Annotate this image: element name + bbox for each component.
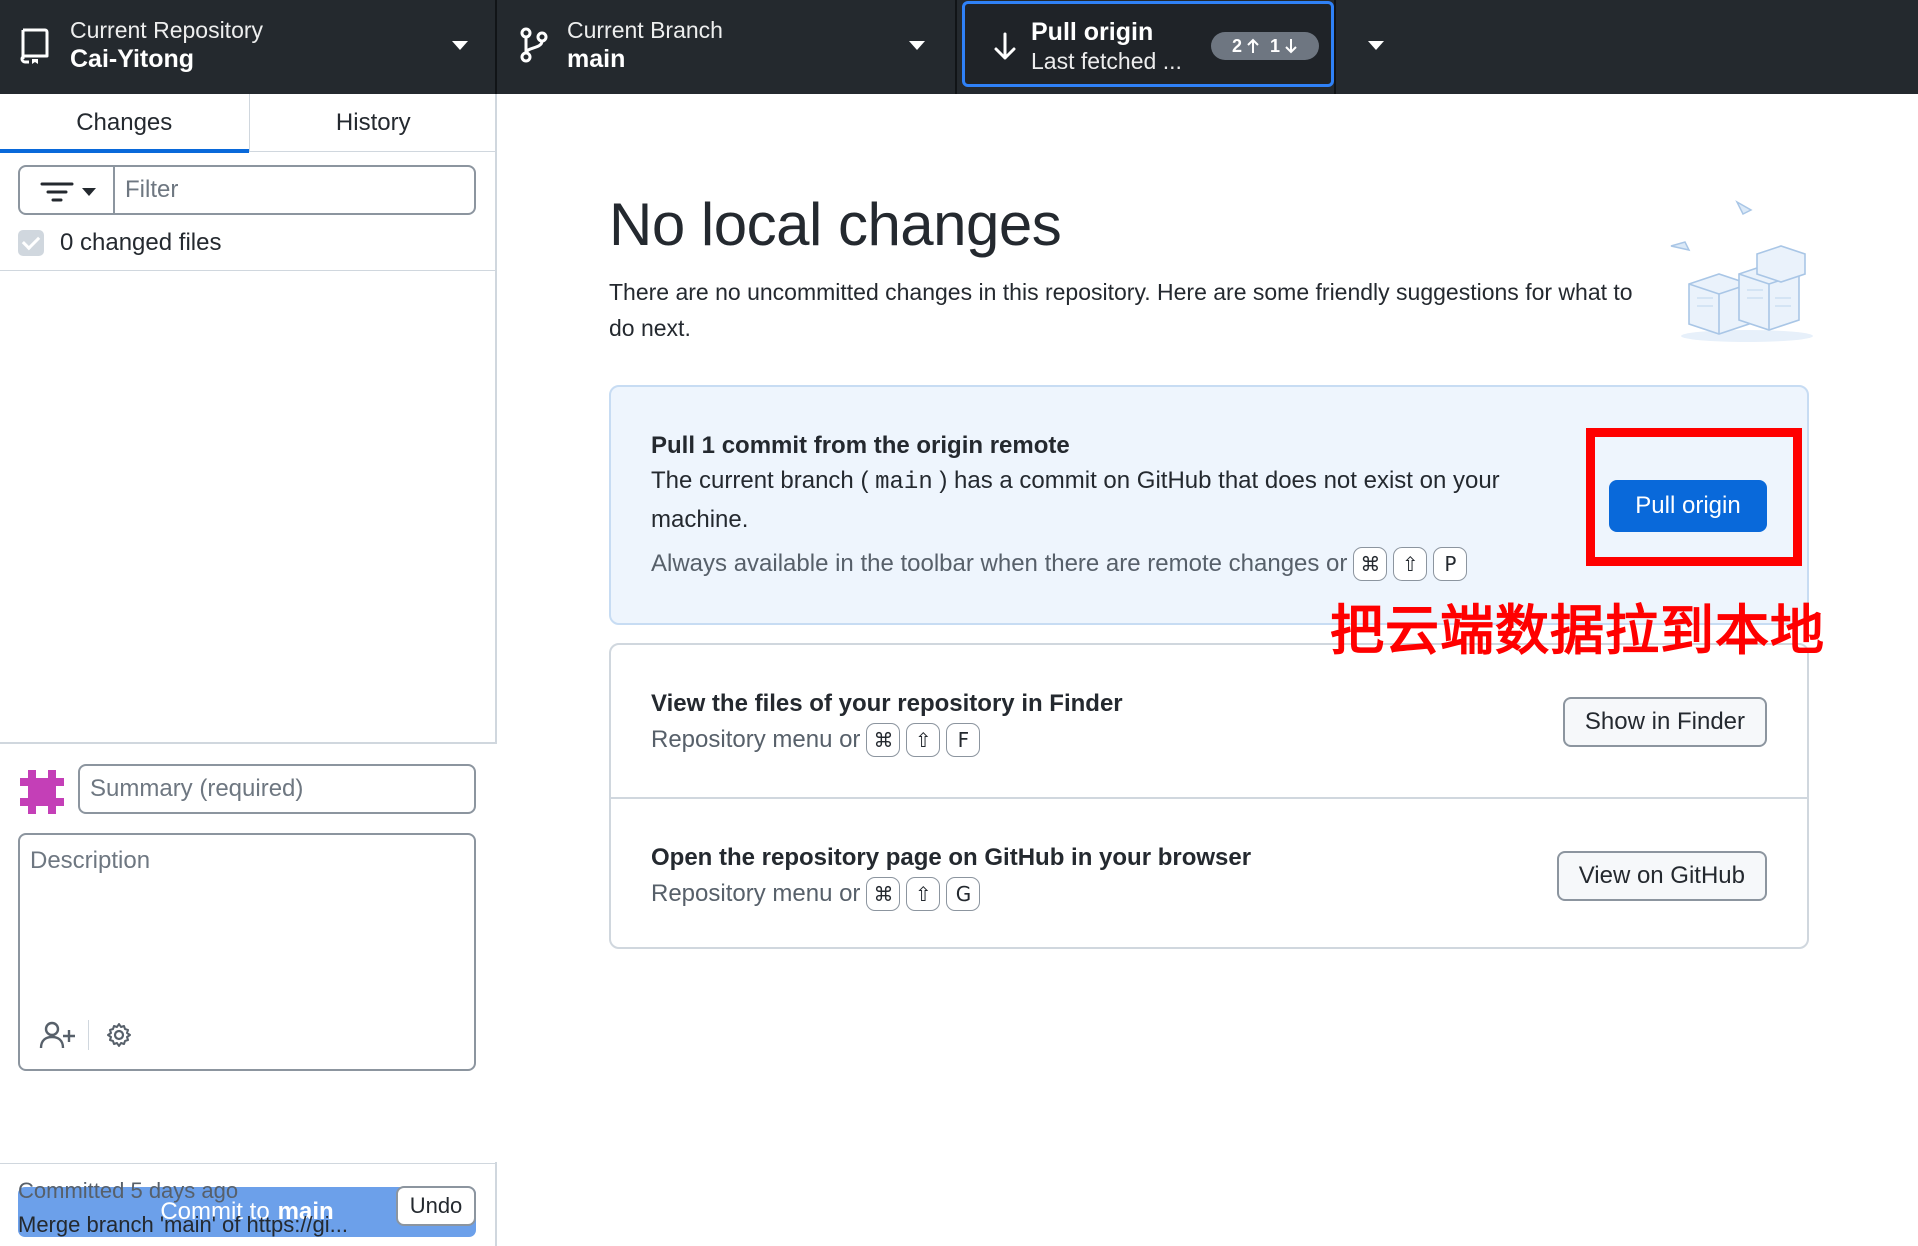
github-hint: Repository menu or ⌘ ⇧ G bbox=[651, 877, 981, 911]
last-commit-panel: Committed 5 days ago Merge branch 'main'… bbox=[0, 1163, 497, 1246]
current-repository-button[interactable]: Current Repository Cai-Yitong bbox=[0, 0, 497, 94]
last-commit-time: Committed 5 days ago bbox=[18, 1178, 239, 1203]
github-title: Open the repository page on GitHub in yo… bbox=[651, 844, 1252, 871]
avatar bbox=[20, 770, 64, 814]
finder-hint: Repository menu or ⌘ ⇧ F bbox=[651, 723, 981, 757]
annotation-text: 把云端数据拉到本地 bbox=[1330, 599, 1825, 662]
description-toolbar bbox=[38, 1017, 139, 1053]
sidebar-tabs: Changes History bbox=[0, 94, 498, 153]
command-key-icon: ⌘ bbox=[1353, 547, 1388, 581]
pull-card-hint: Always available in the toolbar when the… bbox=[651, 547, 1468, 581]
pull-origin-label: Pull origin bbox=[1031, 18, 1154, 46]
tab-changes[interactable]: Changes bbox=[0, 94, 249, 153]
divider bbox=[88, 1020, 89, 1050]
toolbar: Current Repository Cai-Yitong Current Br… bbox=[0, 0, 1918, 94]
annotation-highlight-box bbox=[1586, 428, 1802, 566]
repository-label: Current Repository bbox=[70, 17, 264, 43]
g-key: G bbox=[946, 877, 981, 911]
description-box bbox=[18, 833, 476, 1071]
arrow-down-icon bbox=[994, 32, 1016, 60]
filter-options-button[interactable] bbox=[18, 165, 115, 215]
toolbar-empty-space bbox=[1336, 0, 1918, 94]
current-branch-button[interactable]: Current Branch main bbox=[497, 0, 957, 94]
branch-name: main bbox=[567, 45, 626, 73]
chevron-down-icon bbox=[82, 188, 96, 196]
description-input[interactable] bbox=[30, 847, 460, 997]
pull-hint-text: Always available in the toolbar when the… bbox=[651, 550, 1348, 577]
changed-files-count: 0 changed files bbox=[60, 229, 222, 256]
filter-input[interactable] bbox=[115, 165, 476, 215]
repository-name: Cai-Yitong bbox=[70, 45, 195, 73]
pull-card-title: Pull 1 commit from the origin remote bbox=[651, 432, 1070, 459]
last-commit-message: Merge branch 'main' of https://gi... bbox=[18, 1212, 348, 1237]
chevron-down-icon bbox=[452, 41, 468, 50]
page-title: No local changes bbox=[609, 191, 1062, 258]
pull-dropdown-chevron-icon[interactable] bbox=[1368, 41, 1384, 50]
branch-icon bbox=[520, 27, 548, 63]
commit-message-area bbox=[0, 742, 497, 1162]
finder-title: View the files of your repository in Fin… bbox=[651, 690, 1123, 717]
finder-hint-text: Repository menu or bbox=[651, 726, 861, 753]
tab-history[interactable]: History bbox=[248, 94, 498, 152]
p-key: P bbox=[1433, 547, 1468, 581]
ahead-count: 2 bbox=[1231, 35, 1242, 56]
changed-files-row: 0 changed files bbox=[18, 226, 221, 260]
command-key-icon: ⌘ bbox=[866, 877, 901, 911]
select-all-checkbox[interactable] bbox=[18, 230, 44, 256]
ahead-behind-badge: 2 1 bbox=[1211, 32, 1319, 60]
boxes-illustration-icon bbox=[1670, 200, 1813, 342]
show-in-finder-button[interactable]: Show in Finder bbox=[1562, 697, 1767, 747]
shift-key-icon: ⇧ bbox=[1393, 547, 1428, 581]
page-subtitle: There are no uncommitted changes in this… bbox=[609, 279, 1633, 341]
pull-card-description: The current branch ( main ) has a commit… bbox=[651, 462, 1571, 538]
github-hint-text: Repository menu or bbox=[651, 880, 861, 907]
behind-count: 1 bbox=[1270, 35, 1281, 56]
arrow-down-icon bbox=[1285, 39, 1297, 54]
branch-label: Current Branch bbox=[567, 17, 723, 43]
view-on-github-button[interactable]: View on GitHub bbox=[1556, 851, 1767, 901]
main-content: No local changes There are no uncommitte… bbox=[499, 94, 1918, 1246]
repository-icon bbox=[20, 28, 49, 64]
gear-icon[interactable] bbox=[99, 1017, 139, 1053]
github-suggestion: Open the repository page on GitHub in yo… bbox=[611, 797, 1807, 949]
shift-key-icon: ⇧ bbox=[906, 723, 941, 757]
pull-origin-toolbar-button[interactable]: Pull origin Last fetched ... 2 1 bbox=[962, 1, 1334, 87]
arrow-up-icon bbox=[1247, 38, 1259, 53]
add-coauthor-icon[interactable] bbox=[38, 1017, 78, 1053]
undo-button[interactable]: Undo bbox=[396, 1186, 476, 1226]
finder-suggestion: View the files of your repository in Fin… bbox=[611, 645, 1807, 797]
sidebar: Changes History 0 changed files bbox=[0, 94, 497, 1246]
chevron-down-icon bbox=[909, 41, 925, 50]
command-key-icon: ⌘ bbox=[866, 723, 901, 757]
suggestions-group: View the files of your repository in Fin… bbox=[609, 643, 1809, 949]
pull-desc-pre: The current branch ( bbox=[651, 467, 869, 494]
filter-icon bbox=[40, 182, 74, 202]
filter-row bbox=[18, 165, 476, 215]
summary-input[interactable] bbox=[78, 764, 476, 814]
branch-code: main bbox=[875, 469, 933, 496]
f-key: F bbox=[946, 723, 981, 757]
divider bbox=[0, 270, 497, 271]
last-fetched-label: Last fetched ... bbox=[1031, 48, 1182, 74]
shift-key-icon: ⇧ bbox=[906, 877, 941, 911]
